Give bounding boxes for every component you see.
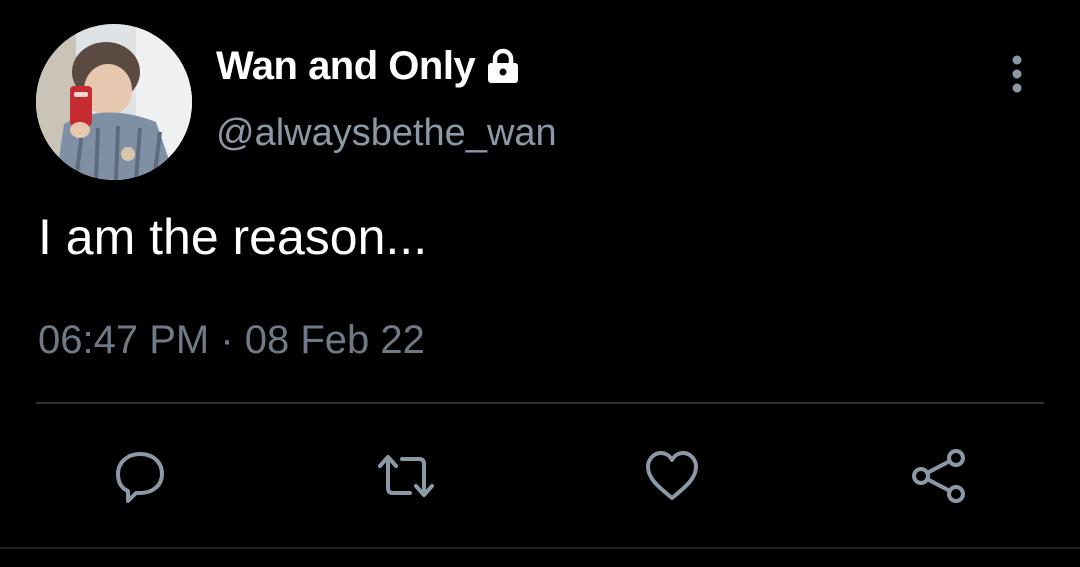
reply-bubble-icon [116, 452, 164, 503]
user-handle[interactable]: @alwaysbethe_wan [216, 112, 557, 155]
lock-icon [483, 46, 523, 86]
bottom-divider [0, 547, 1080, 549]
divider [36, 402, 1044, 404]
retweet-button[interactable] [376, 446, 436, 506]
tweet-text: I am the reason... [38, 209, 428, 265]
avatar[interactable] [36, 24, 192, 180]
share-button[interactable] [908, 446, 968, 506]
tweet-card: Wan and Only @alwaysbethe_wan I am the r… [0, 0, 1080, 567]
display-name-row[interactable]: Wan and Only [216, 40, 523, 92]
more-vertical-icon[interactable] [1001, 52, 1033, 100]
avatar-photo [36, 24, 192, 180]
retweet-icon [378, 455, 434, 497]
heart-icon [646, 451, 698, 500]
display-name[interactable]: Wan and Only [216, 44, 476, 89]
like-button[interactable] [642, 446, 702, 506]
share-icon [912, 449, 965, 503]
tweet-timestamp[interactable]: 06:47 PM · 08 Feb 22 [38, 318, 425, 363]
reply-button[interactable] [110, 446, 170, 506]
